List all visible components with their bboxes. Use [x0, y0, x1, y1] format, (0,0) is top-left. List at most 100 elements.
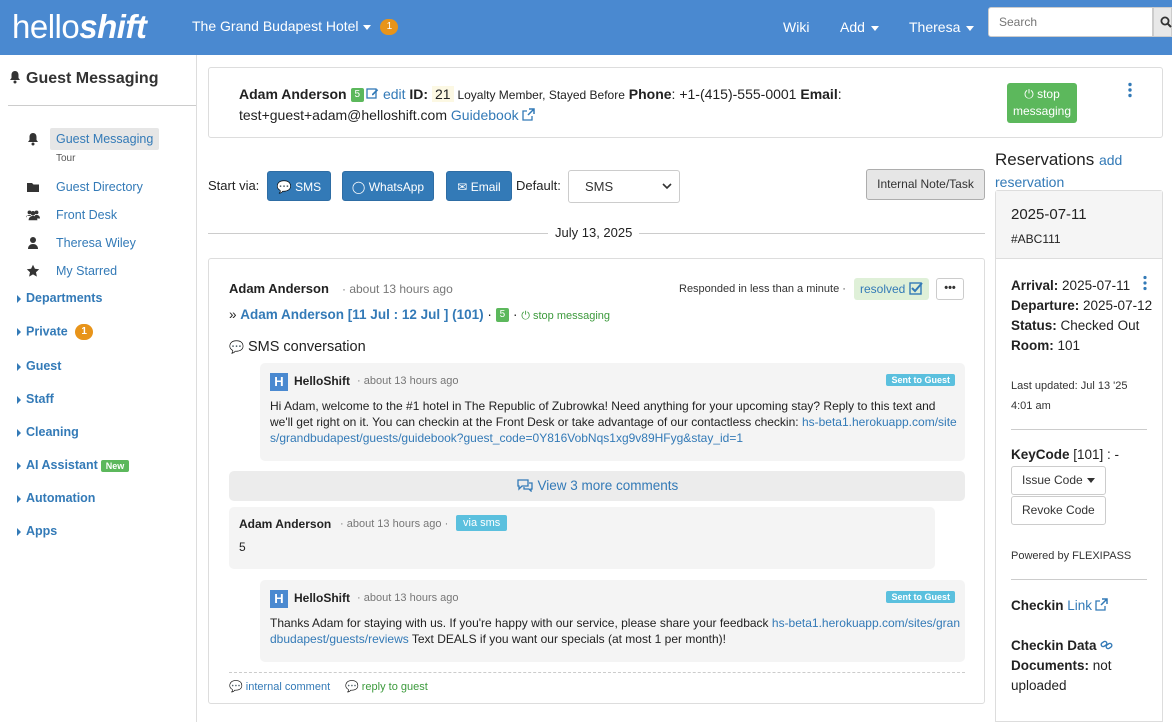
message-bubble: H HelloShift · about 13 hours ago Sent t…: [260, 363, 965, 461]
sidebar-section-staff[interactable]: Staff: [17, 392, 54, 406]
edit-icon[interactable]: [366, 87, 379, 100]
link-icon[interactable]: [1100, 639, 1114, 651]
sidebar-section-guest[interactable]: Guest: [17, 359, 61, 373]
caret-down-icon: [362, 24, 371, 30]
start-email-button[interactable]: ✉ Email: [446, 171, 512, 201]
caret-down-icon: [1086, 478, 1095, 484]
chat-icon: 💬: [276, 180, 292, 194]
hotel-dropdown[interactable]: The Grand Budapest Hotel 1: [192, 18, 399, 36]
stop-messaging-link[interactable]: ⏻ stop messaging: [521, 310, 610, 322]
sidebar-section-apps[interactable]: Apps: [17, 524, 57, 538]
reply-sender: Adam Anderson: [239, 517, 332, 531]
reply-to-guest-link[interactable]: 💬 reply to guest: [345, 680, 428, 693]
nav-user-dropdown[interactable]: Theresa: [909, 19, 975, 35]
whatsapp-icon: ◯: [351, 180, 366, 194]
comments-icon: 💬: [345, 681, 359, 693]
view-more-comments-button[interactable]: View 3 more comments: [229, 471, 965, 501]
external-link-icon[interactable]: [1095, 598, 1108, 611]
reservation-details: Arrival: 2025-07-11 Departure: 2025-07-1…: [1011, 276, 1161, 356]
resolved-toggle[interactable]: resolved: [854, 278, 929, 300]
sent-to-guest-badge: Sent to Guest: [886, 374, 955, 386]
top-navbar: helloshift The Grand Budapest Hotel 1 Wi…: [0, 0, 1172, 55]
reply-time: · about 13 hours ago ·: [340, 518, 449, 530]
reservations-title: Reservations: [995, 150, 1095, 169]
internal-note-task-button[interactable]: Internal Note/Task: [866, 169, 985, 200]
start-whatsapp-button[interactable]: ◯ WhatsApp: [342, 171, 434, 201]
sent-to-guest-badge: Sent to Guest: [886, 591, 955, 603]
hotel-name: The Grand Budapest Hotel: [192, 18, 359, 34]
sidebar-section-private[interactable]: Private 1: [17, 324, 94, 340]
message-text-after: Text DEALS if you want our specials (at …: [411, 632, 727, 646]
message-sender: HelloShift: [294, 591, 350, 605]
chat-icon: 💬: [229, 340, 244, 354]
stay-prefix: »: [229, 307, 237, 322]
start-sms-button[interactable]: 💬 SMS: [267, 171, 331, 201]
sidebar-section-ai-assistant[interactable]: AI Assistant New: [17, 458, 130, 472]
sidebar-section-automation[interactable]: Automation: [17, 491, 95, 505]
nav-user-label: Theresa: [909, 19, 961, 35]
revoke-code-button[interactable]: Revoke Code: [1011, 496, 1106, 525]
user-icon: [28, 237, 38, 249]
thread-time: · about 13 hours ago: [342, 282, 453, 296]
sidebar-tour-link[interactable]: Tour: [56, 153, 75, 164]
reply-to-guest-label: reply to guest: [361, 681, 428, 693]
nav-wiki-link[interactable]: Wiki: [783, 19, 809, 35]
default-channel-select[interactable]: SMS: [568, 170, 680, 203]
email-label: Email: [800, 86, 838, 102]
stop-messaging-button[interactable]: ⏻ stop messaging: [1007, 83, 1077, 123]
sidebar-section-label: AI Assistant: [26, 458, 98, 472]
reply-body: 5: [239, 540, 246, 554]
message-sender: HelloShift: [294, 374, 350, 388]
search-button[interactable]: [1153, 7, 1172, 37]
search-input[interactable]: [988, 7, 1153, 37]
helloshift-avatar-icon: H: [270, 590, 288, 608]
folder-icon: [27, 183, 39, 192]
caret-down-icon: [966, 25, 975, 31]
stop-messaging-label-2: messaging: [1012, 104, 1072, 118]
edit-guest-link[interactable]: edit: [383, 86, 406, 102]
guest-info-text: Adam Anderson 5 edit ID: 21 Loyalty Memb…: [239, 84, 859, 125]
status-value: Checked Out: [1060, 318, 1140, 333]
stop-messaging-text: stop messaging: [533, 310, 611, 322]
whatsapp-label: WhatsApp: [368, 180, 425, 194]
comments-icon: [517, 479, 533, 493]
stay-score-badge: 5: [495, 308, 510, 323]
guidebook-link[interactable]: Guidebook: [451, 107, 519, 123]
checkin-data-section: Checkin Data Documents: not uploaded: [1011, 636, 1161, 696]
guest-phone: : +1-(415)-555-0001: [671, 86, 797, 102]
helloshift-logo[interactable]: helloshift: [12, 8, 147, 46]
sidebar-title-label: Guest Messaging: [26, 70, 159, 87]
stay-link[interactable]: Adam Anderson [11 Jul : 12 Jul ] (101): [240, 307, 483, 322]
sidebar-section-label: Private: [26, 324, 68, 339]
comment-icon: 💬: [229, 681, 243, 693]
sidebar-section-label: Departments: [26, 291, 103, 305]
departure-label: Departure:: [1011, 298, 1080, 313]
sidebar-item-label: My Starred: [56, 264, 118, 278]
helloshift-avatar-icon: H: [270, 373, 288, 391]
sidebar-section-cleaning[interactable]: Cleaning: [17, 425, 79, 439]
powered-by-flexipass: Powered by FLEXIPASS: [1011, 550, 1132, 562]
nav-add-label: Add: [840, 19, 865, 35]
hotel-notification-badge: 1: [380, 19, 399, 36]
stay-separator: ·: [512, 307, 518, 322]
reservation-card: 2025-07-11 #ABC111 Arrival: 2025-07-11 D…: [995, 190, 1163, 722]
thread-more-button[interactable]: •••: [936, 278, 964, 300]
power-icon: ⏻: [521, 310, 530, 322]
kebab-menu-icon[interactable]: [1127, 82, 1133, 98]
reservation-date: 2025-07-11: [1011, 206, 1087, 223]
thread-guest-name[interactable]: Adam Anderson: [229, 281, 329, 296]
caret-right-icon: [17, 294, 21, 303]
sidebar-section-departments[interactable]: Departments: [17, 291, 102, 305]
chevron-down-icon: [662, 183, 672, 190]
external-link-icon[interactable]: [521, 108, 535, 121]
conversation-title: 💬 SMS conversation: [229, 339, 366, 355]
checkin-link[interactable]: Link: [1067, 598, 1092, 613]
room-value: 101: [1057, 338, 1081, 353]
search-icon: [1160, 16, 1172, 28]
sidebar-section-label: Automation: [26, 491, 96, 505]
issue-code-button[interactable]: Issue Code: [1011, 466, 1106, 495]
guest-email: test+guest+adam@helloshift.com: [239, 107, 447, 123]
nav-add-dropdown[interactable]: Add: [840, 19, 879, 35]
guest-id: 21: [431, 86, 454, 102]
internal-comment-link[interactable]: 💬 internal comment: [229, 680, 330, 693]
